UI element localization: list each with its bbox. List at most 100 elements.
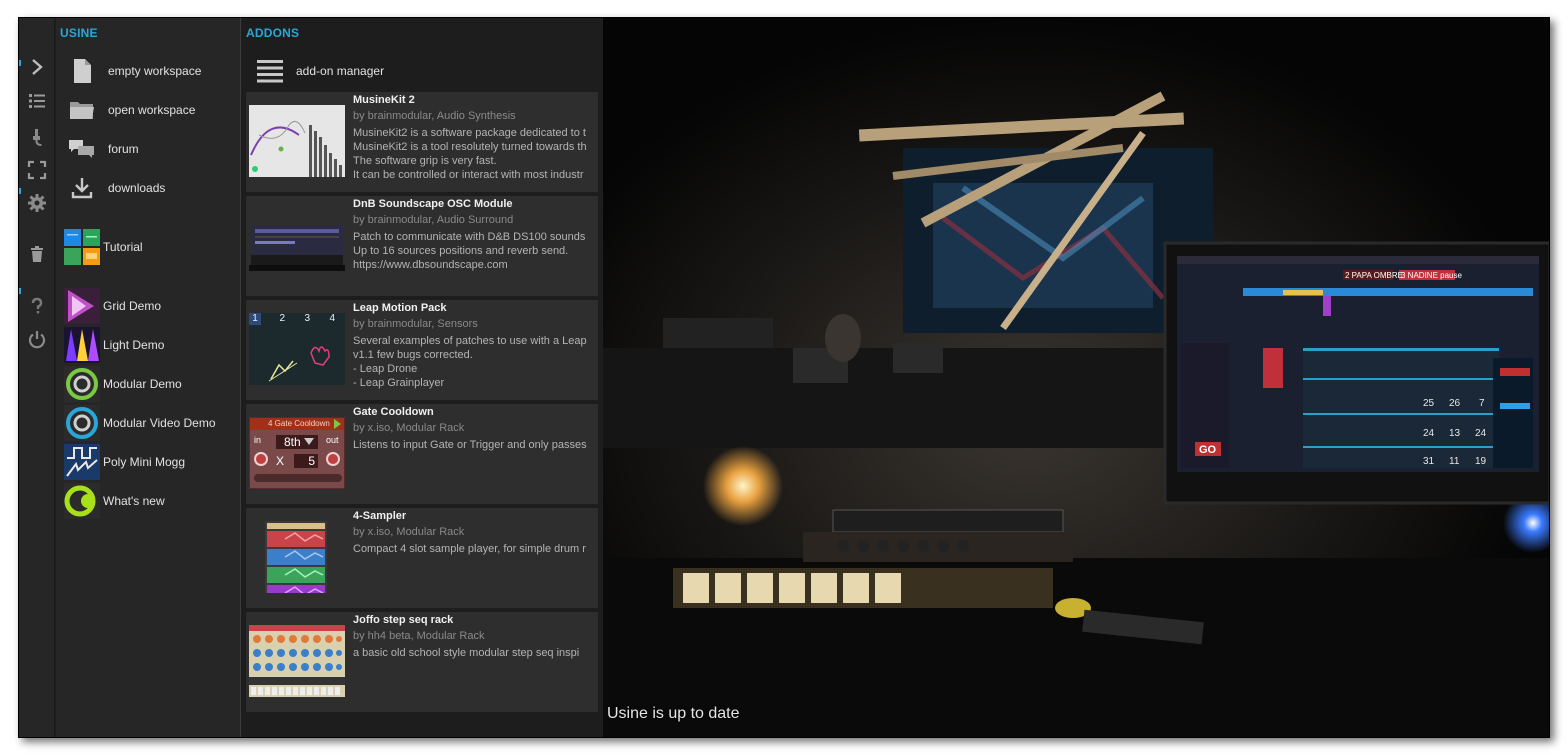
thumb-knob	[254, 452, 268, 466]
4-sampler-thumbnail	[249, 521, 345, 593]
item-label: empty workspace	[108, 64, 202, 78]
grid-number: 11	[1449, 456, 1460, 467]
trash-icon[interactable]	[19, 239, 55, 269]
tutorial-item[interactable]: Tutorial	[64, 229, 240, 265]
addon-card-joffo-step-seq[interactable]: Joffo step seq rack by hh4 beta, Modular…	[246, 612, 598, 712]
light-demo-icon	[64, 327, 100, 363]
splash-photo: 2 PAPA OMBRE 3 NADINE pause GO 25 26 7 2…	[603, 18, 1549, 737]
thumb-in-label: in	[254, 435, 262, 445]
thumb-value: 5	[294, 454, 318, 468]
description-line: MusineKit2 is a software package dedicat…	[353, 127, 586, 139]
leap-motion-thumbnail: 1 2 3 4	[249, 313, 345, 385]
addon-card-dnb-soundscape[interactable]: DnB Soundscape OSC Module by brainmodula…	[246, 196, 598, 296]
description-line: Listens to input Gate or Trigger and onl…	[353, 439, 587, 451]
thumb-slider	[254, 474, 342, 482]
addon-manager-item[interactable]: add-on manager	[252, 53, 552, 89]
modular-demo-item[interactable]: Modular Demo	[64, 366, 240, 402]
icon-rail	[19, 18, 55, 737]
addon-card-4-sampler[interactable]: 4-Sampler by x.iso, Modular Rack Compact…	[246, 508, 598, 608]
gate-cooldown-thumbnail: 4 Gate Cooldown in out 8th X 5	[249, 417, 345, 489]
forum-item[interactable]: forum	[64, 131, 240, 167]
download-icon	[64, 170, 100, 206]
grid-number: 26	[1449, 398, 1461, 409]
addon-card-leap-motion[interactable]: 1 2 3 4 Leap Motion Pack by brainmodular…	[246, 300, 598, 400]
item-label: Poly Mini Mogg	[103, 455, 186, 469]
addon-name: 4-Sampler	[353, 510, 407, 522]
usine-panel: USINE empty workspace open workspace for…	[56, 18, 241, 737]
grid-number: 24	[1475, 428, 1487, 439]
status-message: Usine is up to date	[607, 705, 740, 722]
joffo-thumbnail	[249, 625, 345, 697]
grid-number: 25	[1423, 398, 1435, 409]
help-icon[interactable]	[19, 291, 55, 321]
list-icon[interactable]	[19, 86, 55, 116]
downloads-item[interactable]: downloads	[64, 170, 240, 206]
grid-number: 24	[1423, 428, 1435, 439]
addon-author: by hh4 beta, Modular Rack	[353, 630, 485, 642]
usine-title: USINE	[60, 26, 98, 40]
whats-new-icon	[64, 483, 100, 519]
poly-mini-mogg-item[interactable]: Poly Mini Mogg	[64, 444, 240, 480]
addon-name: Leap Motion Pack	[353, 302, 447, 314]
gear-icon[interactable]	[19, 188, 55, 218]
modular-demo-icon	[64, 366, 100, 402]
description-line: Patch to communicate with D&B DS100 soun…	[353, 231, 586, 243]
description-line: https://www.dbsoundscape.com	[353, 259, 508, 271]
dropdown-arrow-icon	[304, 438, 314, 445]
grid-number: 19	[1475, 456, 1487, 467]
addon-author: by brainmodular, Audio Synthesis	[353, 110, 516, 122]
addon-card-gate-cooldown[interactable]: 4 Gate Cooldown in out 8th X 5 Gate Cool…	[246, 404, 598, 504]
addon-description: a basic old school style modular step se…	[353, 646, 593, 660]
light-demo-item[interactable]: Light Demo	[64, 327, 240, 363]
folder-icon	[64, 92, 100, 128]
item-label: downloads	[108, 181, 166, 195]
grid-number: 13	[1449, 428, 1461, 439]
tutorial-icon	[64, 229, 100, 265]
addon-name: Gate Cooldown	[353, 406, 434, 418]
addon-description: Listens to input Gate or Trigger and onl…	[353, 438, 593, 452]
description-line: Several examples of patches to use with …	[353, 335, 587, 347]
addon-name: MusineKit 2	[353, 94, 415, 106]
item-label: forum	[108, 142, 139, 156]
description-line: - Leap Grainplayer	[353, 377, 445, 389]
item-label: Tutorial	[103, 240, 143, 254]
modular-video-demo-icon	[64, 405, 100, 441]
description-line: It can be controlled or interact with mo…	[353, 169, 584, 181]
stage-photo-image: 2 PAPA OMBRE 3 NADINE pause GO 25 26 7 2…	[603, 18, 1549, 737]
cue-b-label: 3 NADINE pause	[1401, 271, 1462, 280]
item-label: Grid Demo	[103, 299, 162, 313]
chevron-right-icon[interactable]	[19, 52, 55, 82]
description-line: Up to 16 sources positions and reverb se…	[353, 245, 569, 257]
poly-mini-mogg-icon	[64, 444, 100, 480]
item-label: Light Demo	[103, 338, 165, 352]
go-button-label: GO	[1199, 444, 1217, 456]
addon-manager-label: add-on manager	[296, 64, 385, 78]
addon-author: by brainmodular, Audio Surround	[353, 214, 514, 226]
addon-card-musinekit[interactable]: MusineKit 2 by brainmodular, Audio Synth…	[246, 92, 598, 192]
microphone-icon[interactable]	[19, 122, 55, 152]
addon-description: Compact 4 slot sample player, for simple…	[353, 542, 593, 556]
whats-new-item[interactable]: What's new	[64, 483, 240, 519]
addons-panel: ADDONS add-on manager MusineKit 2 by bra…	[242, 18, 602, 737]
dnb-thumbnail	[249, 209, 345, 281]
open-workspace-item[interactable]: open workspace	[64, 92, 240, 128]
grid-number: 7	[1479, 398, 1485, 409]
grid-demo-item[interactable]: Grid Demo	[64, 288, 240, 324]
addon-description: Several examples of patches to use with …	[353, 334, 593, 390]
thumb-title: 4 Gate Cooldown	[250, 418, 344, 430]
fullscreen-icon[interactable]	[19, 155, 55, 185]
power-icon[interactable]	[19, 324, 55, 354]
addon-name: Joffo step seq rack	[353, 614, 454, 626]
musinekit-thumbnail	[249, 105, 345, 177]
empty-workspace-item[interactable]: empty workspace	[64, 53, 240, 89]
addon-name: DnB Soundscape OSC Module	[353, 198, 513, 210]
usine-window: USINE empty workspace open workspace for…	[18, 17, 1550, 738]
cue-a-label: 2 PAPA OMBRE	[1345, 271, 1403, 280]
description-line: a basic old school style modular step se…	[353, 647, 580, 659]
item-label: Modular Video Demo	[103, 416, 216, 430]
addon-description: Patch to communicate with D&B DS100 soun…	[353, 230, 593, 272]
description-line: - Leap Drone	[353, 363, 418, 375]
play-icon	[334, 419, 341, 429]
modular-video-demo-item[interactable]: Modular Video Demo	[64, 405, 240, 441]
description-line: The software grip is very fast.	[353, 155, 497, 167]
